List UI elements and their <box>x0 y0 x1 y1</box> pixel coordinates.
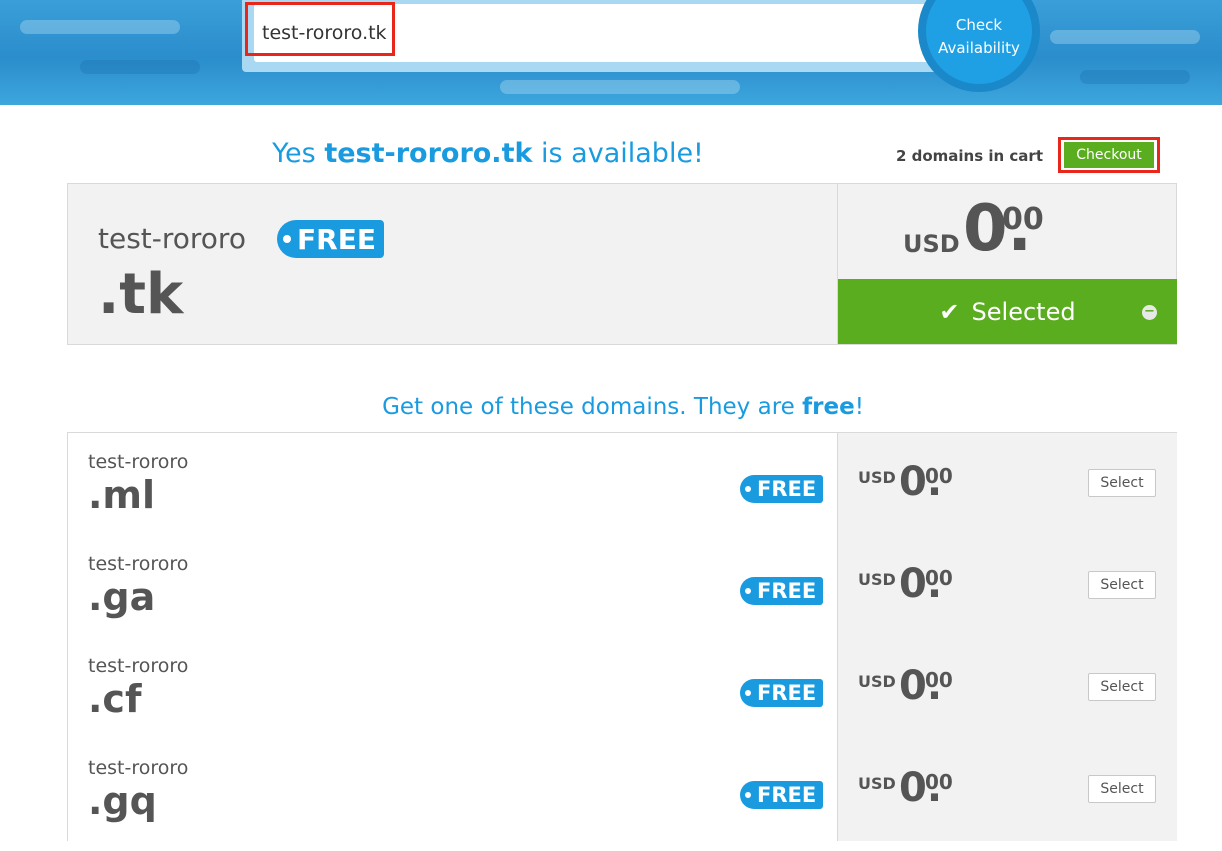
main-domain-card: test-rororo .tk FREE USD 0. 00 ✔ Selecte… <box>67 183 1177 345</box>
dot-icon <box>745 588 751 594</box>
free-badge: FREE <box>740 781 824 809</box>
domain-name: test-rororo <box>88 553 189 575</box>
price-decimal: 00 <box>1002 202 1044 237</box>
domain-name: test-rororo <box>88 655 189 677</box>
dot-icon <box>283 235 291 243</box>
select-button[interactable]: Select <box>1088 775 1156 803</box>
free-badge: FREE <box>740 679 824 707</box>
domain-search-input[interactable] <box>254 4 944 62</box>
free-badge: FREE <box>740 475 824 503</box>
minus-circle-icon[interactable]: − <box>1142 305 1157 320</box>
domain-tld: .gq <box>88 779 157 823</box>
domain-tld: .tk <box>98 262 184 327</box>
selected-button[interactable]: ✔ Selected − <box>838 279 1177 344</box>
price-decimal: 00 <box>925 668 953 692</box>
suggestions-list: test-rororo .ml FREE USD 0. 00 Select te… <box>67 432 1177 841</box>
price-currency: USD <box>858 774 896 793</box>
suggestions-title: Get one of these domains. They are free! <box>382 394 864 420</box>
price-decimal: 00 <box>925 566 953 590</box>
price-currency: USD <box>858 672 896 691</box>
domain-name: test-rororo <box>88 757 189 779</box>
domain-tld: .ga <box>88 575 156 619</box>
select-button[interactable]: Select <box>1088 571 1156 599</box>
check-icon: ✔ <box>939 297 960 326</box>
price-currency: USD <box>858 468 896 487</box>
dot-icon <box>745 690 751 696</box>
free-badge: FREE <box>277 220 384 258</box>
domain-name: test-rororo <box>98 222 246 255</box>
list-item: test-rororo .ga FREE USD 0. 00 Select <box>68 535 1177 638</box>
domain-tld: .cf <box>88 677 142 721</box>
select-button[interactable]: Select <box>1088 469 1156 497</box>
dot-icon <box>745 792 751 798</box>
cart-count: 2 domains in cart <box>895 147 1043 165</box>
price-currency: USD <box>903 230 960 258</box>
dot-icon <box>745 486 751 492</box>
domain-tld: .ml <box>88 473 156 517</box>
availability-title: Yes test-rororo.tk is available! <box>272 138 704 169</box>
price-currency: USD <box>858 570 896 589</box>
domain-name: test-rororo <box>88 451 189 473</box>
select-button[interactable]: Select <box>1088 673 1156 701</box>
check-availability-label-line1: Check <box>955 16 1003 34</box>
price-decimal: 00 <box>925 770 953 794</box>
checkout-highlight: Checkout <box>1058 137 1160 173</box>
free-badge: FREE <box>740 577 824 605</box>
checkout-button[interactable]: Checkout <box>1064 142 1154 168</box>
list-item: test-rororo .cf FREE USD 0. 00 Select <box>68 637 1177 740</box>
selected-label: Selected <box>971 297 1076 326</box>
list-item: test-rororo .gq FREE USD 0. 00 Select <box>68 739 1177 841</box>
price-decimal: 00 <box>925 464 953 488</box>
available-domain: test-rororo.tk <box>324 138 533 169</box>
check-availability-label-line2: Availability <box>938 39 1020 57</box>
list-item: test-rororo .ml FREE USD 0. 00 Select <box>68 433 1177 536</box>
